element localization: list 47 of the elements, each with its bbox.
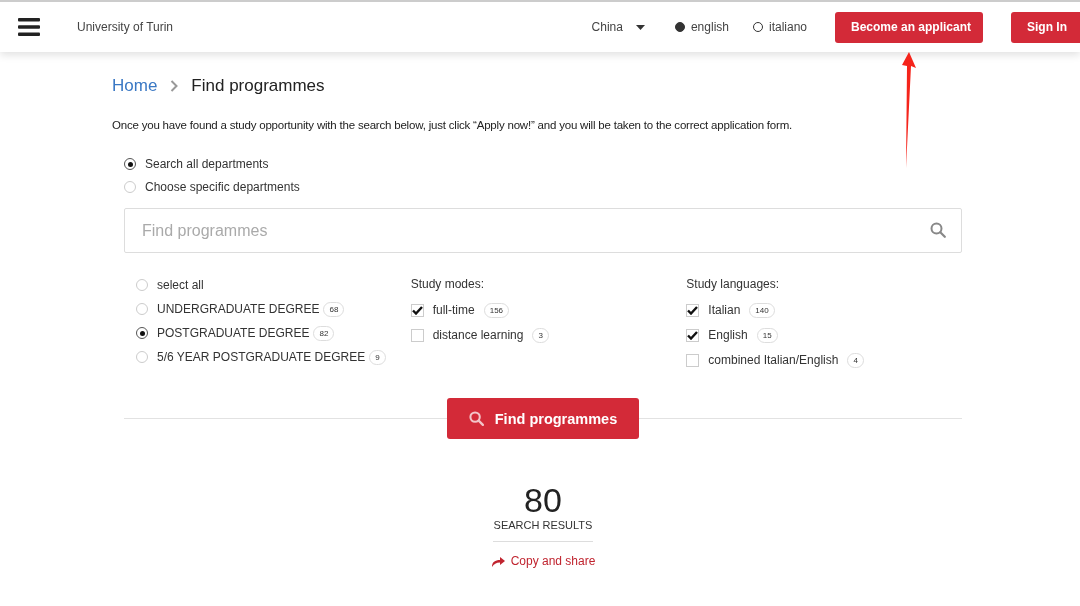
degree-option[interactable]: 5/6 YEAR POSTGRADUATE DEGREE 9 (136, 349, 411, 365)
option-label: English (708, 328, 748, 342)
option-label: full-time (432, 303, 475, 317)
find-programmes-button[interactable]: Find programmes (447, 398, 639, 439)
checkbox[interactable] (410, 328, 424, 342)
language-option[interactable]: italiano (752, 20, 807, 34)
filter-option[interactable]: Italian 140 (686, 302, 962, 318)
become-applicant-button[interactable]: Become an applicant (835, 11, 983, 43)
filter-group-title: Study languages: (686, 277, 781, 293)
degree-option[interactable]: POSTGRADUATE DEGREE 82 (136, 325, 411, 341)
filter-option[interactable]: English 15 (686, 327, 962, 343)
filter-option[interactable]: combined Italian/English 4 (686, 352, 962, 368)
checkbox[interactable] (686, 353, 700, 367)
caret-icon (635, 24, 645, 30)
filter-option[interactable]: full-time 156 (410, 302, 687, 318)
checkbox[interactable] (686, 328, 700, 342)
filter-option[interactable]: distance learning 3 (410, 327, 687, 343)
degree-label: POSTGRADUATE DEGREE (157, 326, 310, 340)
copy-and-share-link[interactable]: Copy and share (490, 554, 596, 568)
degree-option[interactable]: select all (136, 277, 411, 293)
country-dropdown[interactable]: China (591, 20, 645, 34)
results-label: SEARCH RESULTS (493, 519, 593, 542)
option-label: distance learning (432, 328, 524, 342)
search-icon (468, 411, 484, 426)
option-label: Italian (708, 303, 741, 317)
breadcrumb-current: Find programmes (191, 76, 325, 96)
scope-option[interactable]: Search all departments (124, 156, 962, 172)
search-icon[interactable] (930, 222, 946, 238)
checkbox[interactable] (410, 303, 424, 317)
degree-label: 5/6 YEAR POSTGRADUATE DEGREE (157, 350, 366, 364)
degree-label: select all (157, 278, 204, 292)
intro-text: Once you have found a study opportunity with the search below, just click “Apply now!” and you will be taken to the correct application form. (112, 119, 794, 131)
chevron-right-icon (170, 80, 179, 92)
filter-group-title: Study modes: (410, 277, 486, 293)
results-count: 80 (524, 481, 562, 519)
sign-in-button[interactable]: Sign In (1011, 11, 1080, 43)
scope-option[interactable]: Choose specific departments (124, 179, 962, 195)
share-arrow-icon (490, 555, 505, 567)
site-name[interactable]: University of Turin (77, 20, 174, 34)
language-option[interactable]: english (674, 20, 729, 34)
search-field[interactable]: Find programmes (124, 208, 962, 253)
degree-label: UNDERGRADUATE DEGREE (157, 302, 320, 316)
degree-option[interactable]: UNDERGRADUATE DEGREE 68 (136, 301, 411, 317)
option-label: combined Italian/English (708, 353, 839, 367)
checkbox[interactable] (686, 303, 700, 317)
breadcrumb-home-link[interactable]: Home (112, 76, 158, 96)
menu-icon[interactable] (18, 18, 40, 36)
